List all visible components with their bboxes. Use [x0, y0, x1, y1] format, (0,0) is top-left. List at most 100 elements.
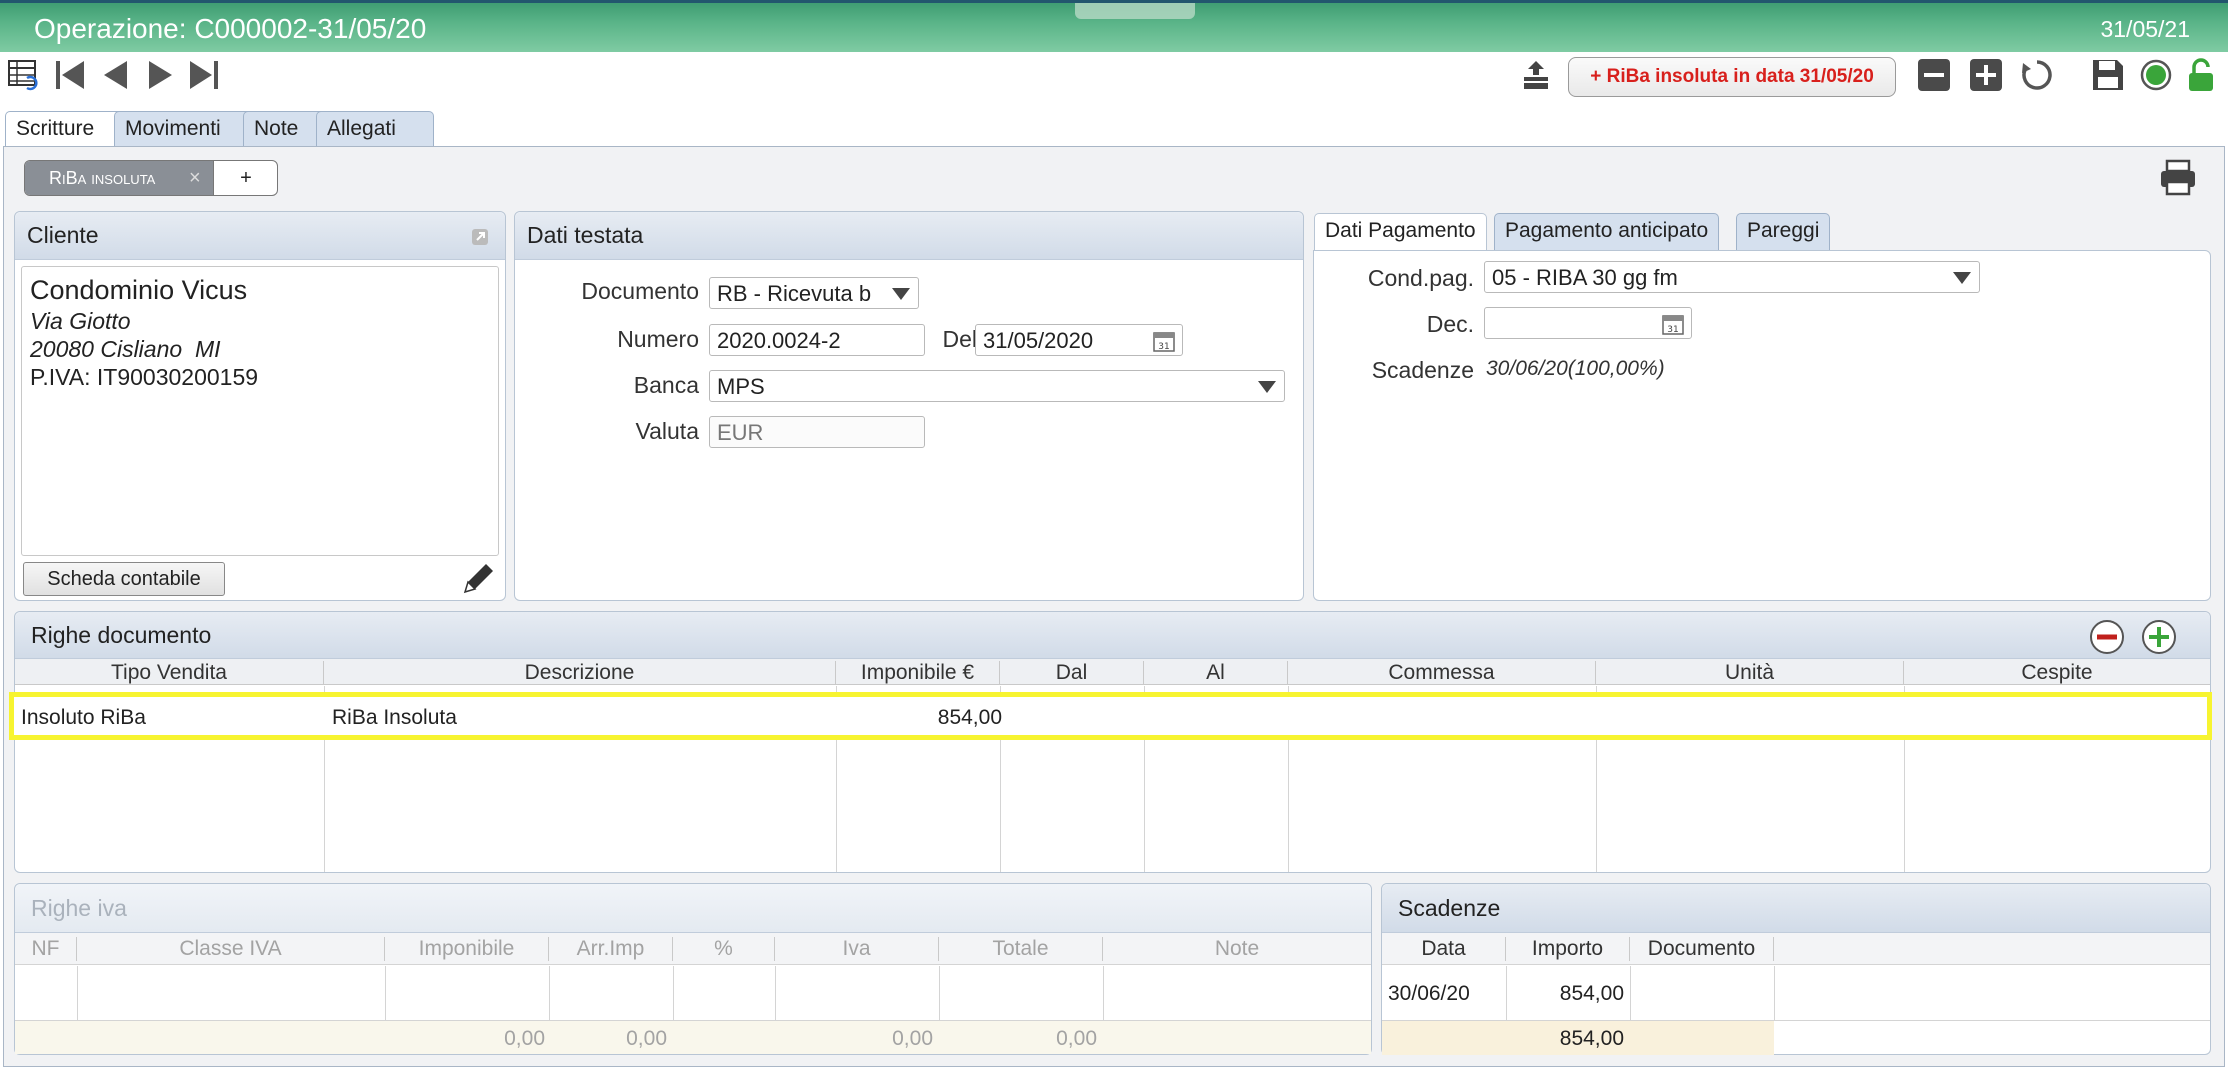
save-icon[interactable] — [2090, 52, 2126, 98]
del-label: Del — [942, 326, 977, 352]
col-tipo-vendita[interactable]: Tipo Vendita — [15, 661, 324, 685]
col-al[interactable]: Al — [1144, 661, 1288, 685]
plus-icon[interactable] — [1968, 52, 2004, 98]
scadenze-header: Data Importo Documento — [1382, 933, 2210, 965]
chevron-down-icon — [892, 288, 910, 300]
tab-pareggi[interactable]: Pareggi — [1736, 213, 1831, 250]
righe-documento-header: Tipo Vendita Descrizione Imponibile € Da… — [15, 659, 2210, 685]
tab-pagamento-anticipato[interactable]: Pagamento anticipato — [1494, 213, 1720, 250]
cell-imponibile: 854,00 — [937, 706, 1002, 729]
unlock-icon[interactable] — [2183, 52, 2219, 98]
cond-pag-value: 05 - RIBA 30 gg fm — [1492, 265, 1678, 290]
scadenza-importo: 854,00 — [1559, 982, 1624, 1005]
col-importo[interactable]: Importo — [1506, 937, 1630, 961]
col-totale: Totale — [939, 937, 1103, 961]
remove-row-icon[interactable] — [2089, 619, 2125, 655]
valuta-input: EUR — [709, 416, 925, 448]
scadenze-totals: 854,00 — [1382, 1020, 2210, 1055]
valuta-label: Valuta — [635, 418, 699, 444]
col-iva: Iva — [775, 937, 939, 961]
col-note: Note — [1214, 937, 1260, 960]
del-date-value: 31/05/2020 — [983, 328, 1094, 353]
total-arr-imp: 0,00 — [626, 1027, 667, 1050]
subtab-riba-insoluta[interactable]: RiBa insoluta — [25, 161, 213, 195]
tab-scritture[interactable]: Scritture — [5, 111, 127, 149]
dec-label: Dec. — [1426, 311, 1474, 337]
calendar-icon[interactable]: 31 — [1661, 312, 1685, 336]
col-data[interactable]: Data — [1382, 937, 1506, 961]
link-icon[interactable] — [469, 226, 491, 248]
close-subtab-icon[interactable]: × — [189, 161, 201, 195]
banca-value: MPS — [717, 374, 765, 399]
total-iva: 0,00 — [892, 1027, 933, 1050]
window-drag-handle[interactable] — [1075, 3, 1195, 19]
add-subtab-button[interactable]: + — [213, 161, 277, 195]
col-nf: NF — [15, 937, 77, 961]
tab-movimenti[interactable]: Movimenti — [114, 111, 258, 147]
col-documento[interactable]: Documento — [1630, 937, 1774, 961]
banca-label: Banca — [633, 372, 699, 398]
tab-dati-pagamento[interactable]: Dati Pagamento — [1314, 213, 1487, 252]
col-unita[interactable]: Unità — [1596, 661, 1904, 685]
total-totale: 0,00 — [1056, 1027, 1097, 1050]
righe-documento-panel: Righe documento Tipo Vendita Descrizione… — [9, 611, 2212, 873]
table-row[interactable]: Insoluto RiBa RiBa Insoluta 854,00 — [9, 692, 2212, 740]
scadenze-title: Scadenze — [1382, 884, 2210, 933]
riba-insoluta-button[interactable]: + RiBa insoluta in data 31/05/20 — [1568, 57, 1896, 97]
righe-iva-totals: 0,00 0,00 0,00 0,00 — [15, 1020, 1371, 1054]
del-date-input[interactable]: 31/05/2020 31 — [975, 324, 1183, 356]
refresh-icon[interactable] — [2018, 52, 2056, 98]
scadenze-total-importo: 854,00 — [1559, 1027, 1624, 1050]
minus-icon[interactable] — [1916, 52, 1952, 98]
col-percent: % — [673, 937, 775, 961]
numero-label: Numero — [617, 326, 699, 352]
col-arr-imp: Arr.Imp — [549, 937, 673, 961]
cond-pag-select[interactable]: 05 - RIBA 30 gg fm — [1484, 261, 1980, 293]
window-date: 31/05/21 — [2100, 16, 2190, 42]
calendar-icon[interactable]: 31 — [1152, 329, 1176, 353]
banca-select[interactable]: MPS — [709, 370, 1285, 402]
scadenze-panel: Scadenze Data Importo Documento 30/06/20… — [1381, 883, 2211, 1055]
cell-tipo-vendita: Insoluto RiBa — [21, 706, 146, 729]
righe-iva-title: Righe iva — [15, 884, 1371, 933]
col-imponibile[interactable]: Imponibile € — [836, 661, 1000, 685]
scadenza-data: 30/06/20 — [1388, 982, 1470, 1005]
dati-testata-title: Dati testata — [515, 212, 1303, 260]
cell-descrizione: RiBa Insoluta — [332, 706, 457, 729]
col-imponibile-iva: Imponibile — [385, 937, 549, 961]
numero-input[interactable]: 2020.0024-2 — [709, 324, 925, 356]
edit-pencil-icon[interactable] — [459, 560, 497, 598]
documento-select[interactable]: RB - Ricevuta b — [709, 277, 919, 309]
documento-label: Documento — [581, 278, 699, 304]
printer-icon[interactable] — [2158, 158, 2198, 198]
svg-text:31: 31 — [1158, 342, 1169, 352]
cliente-piva: P.IVA: IT90030200159 — [30, 364, 259, 390]
tab-allegati[interactable]: Allegati — [316, 111, 434, 147]
table-row[interactable]: 30/06/20 854,00 — [1382, 966, 2210, 1020]
chevron-down-icon — [1258, 381, 1276, 393]
col-commessa[interactable]: Commessa — [1288, 661, 1596, 685]
col-descrizione[interactable]: Descrizione — [324, 661, 836, 685]
window-title: Operazione: C000002-31/05/20 — [34, 13, 427, 44]
cliente-title: Cliente — [15, 212, 505, 260]
first-record-icon[interactable] — [52, 52, 88, 98]
previous-record-icon[interactable] — [98, 52, 132, 98]
scheda-contabile-button[interactable]: Scheda contabile — [23, 562, 225, 596]
last-record-icon[interactable] — [186, 52, 222, 98]
dec-date-input[interactable]: 31 — [1484, 307, 1692, 339]
archive-tray-icon[interactable] — [1518, 52, 1554, 98]
next-record-icon[interactable] — [144, 52, 178, 98]
cliente-name: Condominio Vicus — [30, 275, 248, 305]
grid-list-icon[interactable] — [6, 52, 42, 98]
righe-iva-header: NF Classe IVA Imponibile Arr.Imp % Iva T… — [15, 933, 1371, 965]
col-classe-iva: Classe IVA — [77, 937, 385, 961]
dati-testata-panel: Dati testata Documento RB - Ricevuta b N… — [514, 211, 1304, 601]
add-row-icon[interactable] — [2141, 619, 2177, 655]
col-cespite[interactable]: Cespite — [1904, 661, 2210, 685]
subtab-strip: RiBa insoluta × + — [24, 160, 278, 196]
cliente-address-box: Condominio Vicus Via Giotto 20080 Cislia… — [21, 266, 499, 556]
status-ok-icon — [2138, 52, 2174, 98]
scadenze-value: 30/06/20(100,00%) — [1486, 357, 1665, 380]
svg-text:31: 31 — [1667, 325, 1678, 335]
col-dal[interactable]: Dal — [1000, 661, 1144, 685]
